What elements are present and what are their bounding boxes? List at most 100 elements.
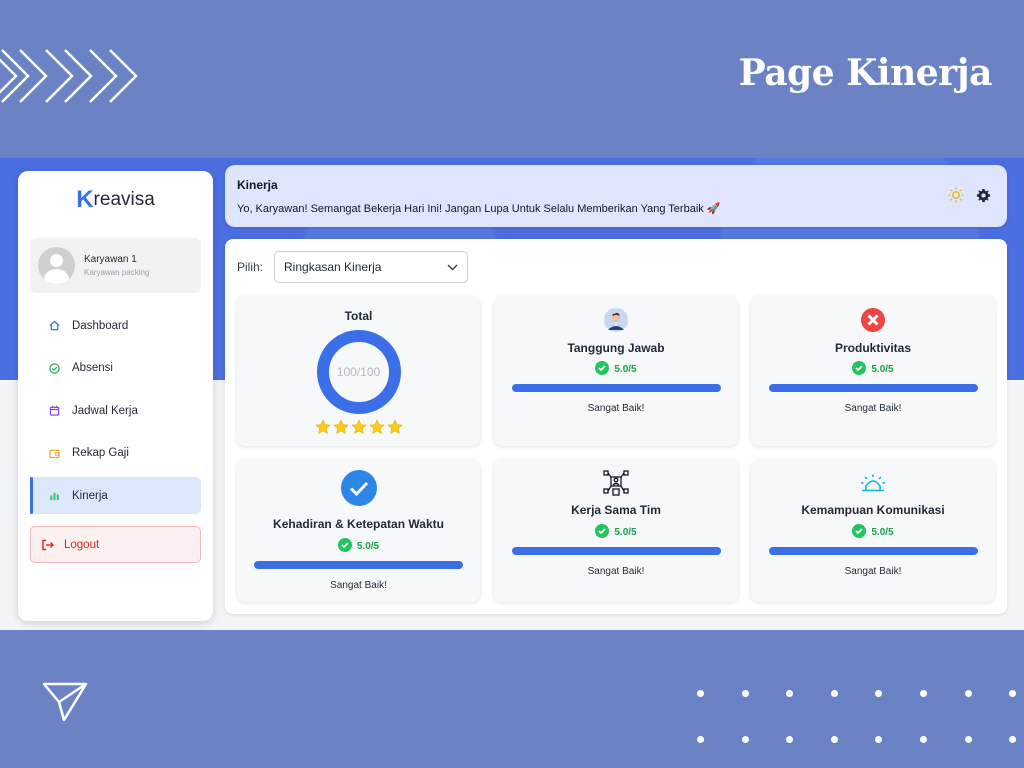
star-icon [386, 419, 403, 440]
dot [741, 736, 749, 743]
sidebar-item-dashboard[interactable]: Dashboard [30, 307, 201, 344]
dot [875, 690, 883, 697]
metric-title: Kerja Sama Tim [571, 503, 661, 517]
page-header: Kinerja Yo, Karyawan! Semangat Bekerja H… [225, 165, 1007, 227]
sidebar-item-label: Absensi [72, 362, 113, 374]
metric-title: Tanggung Jawab [567, 341, 665, 355]
brand-letter: K [76, 186, 94, 213]
app-screenshot: K reavisa Karyawan 1 Karyawan packing Da… [0, 158, 1024, 630]
paper-plane-icon [42, 682, 88, 727]
total-progress-ring: 100/100 [316, 329, 402, 415]
sidebar-item-label: Kinerja [72, 489, 108, 502]
check-circle-icon [48, 362, 60, 374]
metric-title: Kemampuan Komunikasi [801, 503, 945, 517]
metric-score-value: 5.0/5 [614, 527, 637, 538]
metric-progress-bar [254, 561, 463, 569]
metric-card-produktivitas: Produktivitas 5.0/5 Sangat Baik! [751, 296, 995, 446]
metric-verdict: Sangat Baik! [844, 403, 902, 414]
total-title: Total [344, 309, 373, 323]
star-rating [237, 419, 480, 440]
dot [875, 736, 883, 743]
chevron-decoration [0, 46, 150, 106]
chevron-down-icon [447, 260, 458, 274]
metric-verdict: Sangat Baik! [587, 403, 645, 414]
dot [920, 690, 927, 697]
dot [697, 690, 704, 697]
home-icon [48, 320, 60, 332]
dot [920, 736, 927, 743]
metric-title: Kehadiran & Ketepatan Waktu [273, 517, 444, 531]
picker-label: Pilih: [237, 260, 264, 274]
brand-name: reavisa [93, 189, 155, 210]
metric-score-value: 5.0/5 [871, 364, 894, 375]
view-select[interactable]: Ringkasan Kinerja [274, 251, 469, 283]
metric-progress-bar [511, 547, 721, 555]
check-badge-icon [340, 470, 377, 506]
dot [964, 736, 972, 743]
check-circle-icon [852, 524, 867, 541]
dot [741, 690, 749, 697]
check-circle-icon [852, 361, 867, 378]
sidebar-item-jadwal-kerja[interactable]: Jadwal Kerja [30, 392, 201, 429]
logout-icon [41, 539, 54, 551]
check-circle-icon [595, 361, 610, 378]
metric-score: 5.0/5 [494, 361, 738, 378]
metric-score-value: 5.0/5 [871, 527, 894, 538]
metric-score: 5.0/5 [494, 524, 738, 541]
metric-card-komunikasi: Kemampuan Komunikasi 5.0/5 Sangat Baik! [751, 460, 995, 602]
user-role: Karyawan packing [84, 268, 150, 277]
metric-score-value: 5.0/5 [614, 364, 637, 375]
sidebar: K reavisa Karyawan 1 Karyawan packing Da… [18, 171, 213, 621]
dot [830, 690, 838, 697]
dot [830, 736, 838, 743]
star-icon [368, 419, 385, 440]
brand-logo[interactable]: K reavisa [30, 171, 201, 229]
star-icon [314, 419, 331, 440]
wallet-icon [48, 447, 60, 459]
metric-title: Produktivitas [834, 341, 912, 355]
metric-verdict: Sangat Baik! [330, 580, 387, 591]
user-profile-card[interactable]: Karyawan 1 Karyawan packing [30, 238, 201, 293]
metric-card-kerja-sama-tim: Kerja Sama Tim 5.0/5 Sangat Baik! [494, 460, 738, 602]
alarm-light-icon [860, 474, 886, 494]
calendar-icon [48, 405, 60, 417]
x-circle-icon [861, 308, 885, 332]
metric-score-value: 5.0/5 [356, 541, 380, 552]
check-circle-icon [337, 538, 352, 555]
metric-score: 5.0/5 [237, 538, 480, 555]
sidebar-item-kinerja[interactable]: Kinerja [30, 477, 201, 514]
dot [786, 690, 794, 697]
metric-progress-bar [768, 384, 978, 392]
metric-card-kehadiran: Kehadiran & Ketepatan Waktu 5.0/5 Sangat… [237, 460, 480, 602]
star-icon [350, 419, 367, 440]
dot [697, 736, 704, 743]
avatar [38, 247, 75, 284]
view-select-value: Ringkasan Kinerja [284, 260, 382, 274]
total-score-card: Total 100/100 [237, 296, 480, 446]
dot [964, 690, 972, 697]
dot [1009, 736, 1017, 743]
slide-title: Page Kinerja [738, 52, 993, 94]
gear-icon[interactable] [976, 188, 991, 208]
metric-progress-bar [511, 384, 721, 392]
logout-button[interactable]: Logout [30, 526, 201, 563]
sun-icon[interactable] [948, 187, 964, 208]
metric-verdict: Sangat Baik! [587, 566, 645, 577]
metric-verdict: Sangat Baik! [844, 566, 902, 577]
check-circle-icon [595, 524, 610, 541]
bar-chart-icon [48, 490, 60, 502]
dot [786, 736, 794, 743]
person-icon [604, 308, 628, 332]
team-network-icon [603, 470, 629, 496]
logout-label: Logout [64, 538, 100, 551]
total-value: 100/100 [336, 365, 381, 379]
sidebar-nav: Dashboard Absensi Jadwal Kerja Rekap Gaj… [30, 307, 201, 514]
sidebar-item-label: Jadwal Kerja [72, 404, 138, 417]
sidebar-item-absensi[interactable]: Absensi [30, 350, 201, 387]
dot [1009, 690, 1017, 697]
main-panel: Pilih: Ringkasan Kinerja Total 100/100 T… [225, 239, 1007, 614]
metric-score: 5.0/5 [751, 524, 995, 541]
sidebar-item-rekap-gaji[interactable]: Rekap Gaji [30, 435, 201, 472]
metric-card-tanggung-jawab: Tanggung Jawab 5.0/5 Sangat Baik! [494, 296, 738, 446]
sidebar-item-label: Dashboard [72, 319, 129, 332]
